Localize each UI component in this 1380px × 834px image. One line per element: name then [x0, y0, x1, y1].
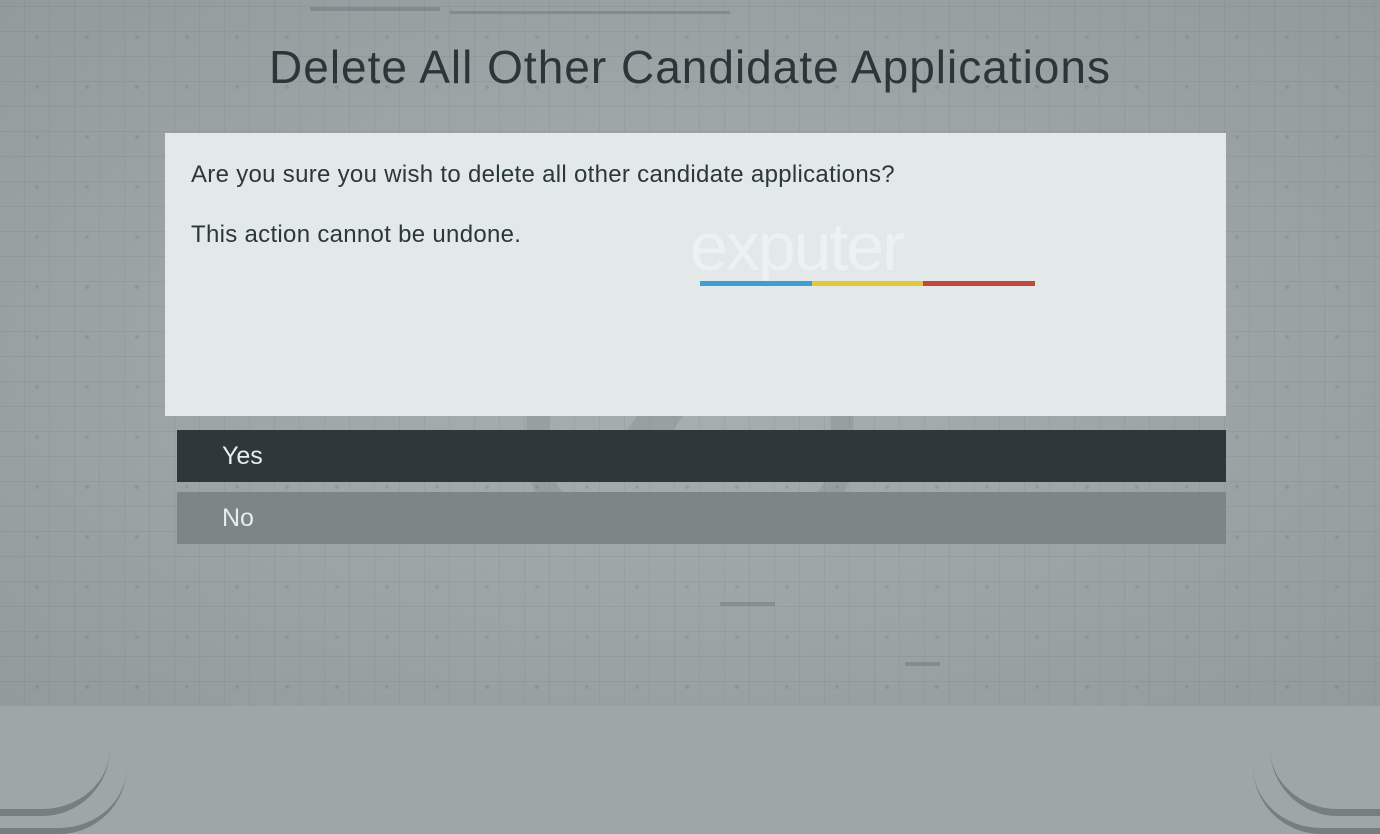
dialog-message-line-1: Are you sure you wish to delete all othe… — [191, 161, 1200, 189]
dialog-message-panel: Are you sure you wish to delete all othe… — [165, 133, 1226, 416]
decoration-bar — [720, 602, 775, 606]
no-button[interactable]: No — [177, 492, 1226, 544]
corner-decoration — [1253, 579, 1380, 834]
corner-decoration — [0, 579, 127, 834]
yes-button[interactable]: Yes — [177, 430, 1226, 482]
decoration-bar — [450, 11, 730, 14]
decoration-bar — [905, 662, 940, 666]
decoration-bar — [310, 7, 440, 11]
button-group: Yes No — [177, 430, 1226, 554]
dialog-title: Delete All Other Candidate Applications — [0, 40, 1380, 94]
dialog-message-line-2: This action cannot be undone. — [191, 221, 1200, 249]
